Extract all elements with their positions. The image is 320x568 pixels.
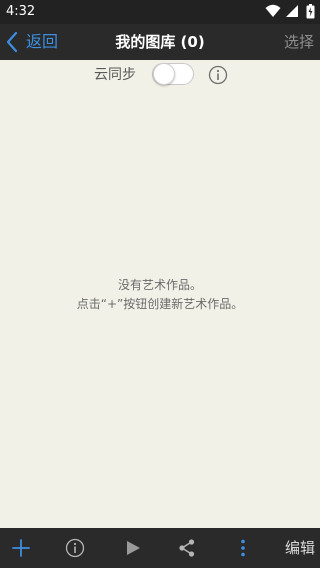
page-title: 我的图库 (0) <box>115 33 205 51</box>
add-icon <box>12 539 30 557</box>
back-label: 返回 <box>26 32 59 51</box>
status-time: 4:32 <box>6 4 36 19</box>
more-button[interactable] <box>232 528 254 568</box>
empty-state-line-1: 没有艺术作品。 <box>117 278 202 292</box>
share-button[interactable] <box>174 528 200 568</box>
cloud-sync-toggle[interactable] <box>152 63 194 85</box>
share-icon <box>179 539 195 557</box>
add-button[interactable] <box>8 528 34 568</box>
empty-state-line-2: 点击“+”按钮创建新艺术作品。 <box>76 297 244 311</box>
toggle-knob <box>153 63 175 85</box>
bottom-toolbar: 编辑 <box>0 528 320 568</box>
wifi-icon <box>265 4 281 17</box>
edit-button[interactable]: 编辑 <box>285 538 315 558</box>
signal-icon <box>286 5 298 17</box>
cloud-sync-label: 云同步 <box>94 67 136 83</box>
info-icon[interactable] <box>208 65 228 85</box>
cloud-sync-row: 云同步 <box>0 60 320 90</box>
empty-state-message: 没有艺术作品。 点击“+”按钮创建新艺术作品。 <box>0 276 320 314</box>
info-button[interactable] <box>62 528 88 568</box>
nav-bar: 返回 我的图库 (0) 选择 <box>0 24 320 60</box>
info-icon <box>65 538 85 558</box>
play-button[interactable] <box>120 528 146 568</box>
battery-icon <box>306 4 315 19</box>
play-icon <box>127 541 140 555</box>
status-bar: 4:32 <box>0 0 320 24</box>
more-vertical-icon <box>241 539 245 557</box>
chevron-left-icon <box>6 31 18 53</box>
select-button[interactable]: 选择 <box>284 32 314 52</box>
